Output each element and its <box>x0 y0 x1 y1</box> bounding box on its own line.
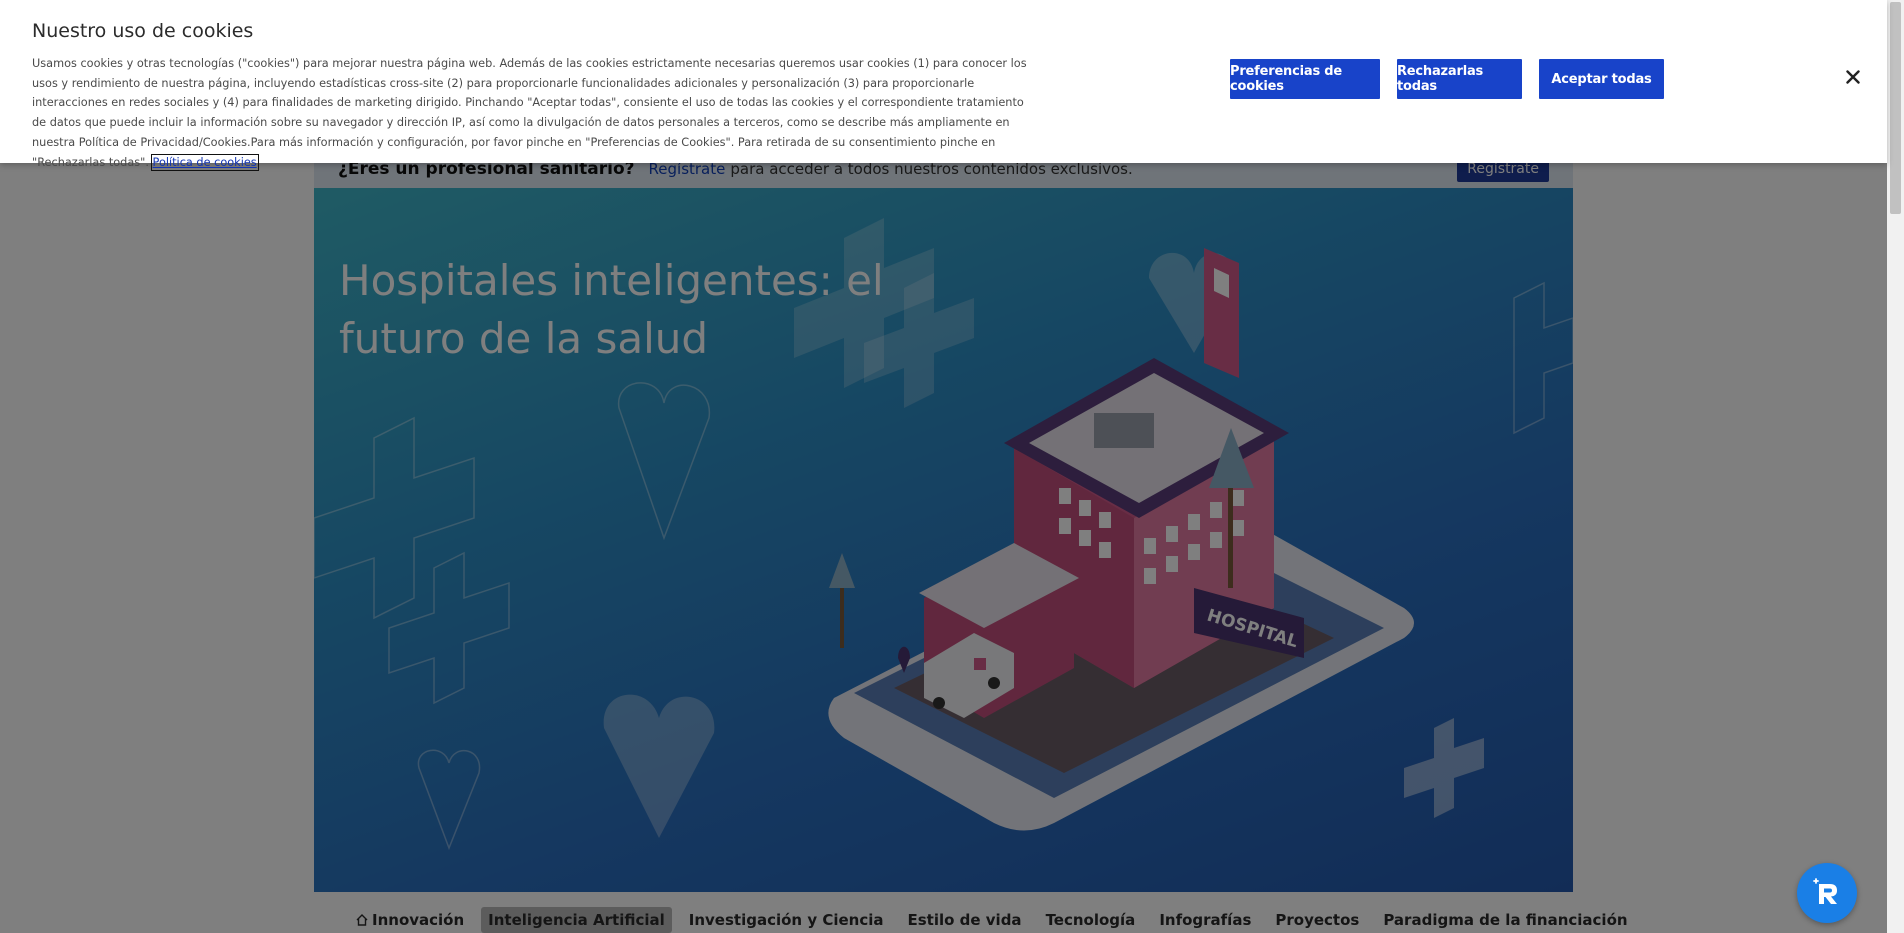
cookie-banner-text: Usamos cookies y otras tecnologías ("coo… <box>32 54 1032 172</box>
cookie-description: Usamos cookies y otras tecnologías ("coo… <box>32 57 1027 169</box>
scrollbar-thumb[interactable] <box>1890 2 1901 214</box>
page-scrollbar[interactable] <box>1887 0 1904 933</box>
cookie-policy-link[interactable]: Política de cookies <box>150 153 259 171</box>
cookie-banner: Nuestro uso de cookies Usamos cookies y … <box>0 0 1887 171</box>
chat-assistant-icon <box>1813 878 1837 904</box>
reject-all-button[interactable]: Rechazarlas todas <box>1397 59 1522 99</box>
chat-assistant-button[interactable] <box>1797 863 1857 923</box>
close-button[interactable] <box>1842 66 1864 88</box>
cookie-preferences-button[interactable]: Preferencias de cookies <box>1230 59 1380 99</box>
close-icon <box>1846 70 1860 84</box>
accept-all-button[interactable]: Aceptar todas <box>1539 59 1664 99</box>
cookie-banner-title: Nuestro uso de cookies <box>32 20 254 42</box>
